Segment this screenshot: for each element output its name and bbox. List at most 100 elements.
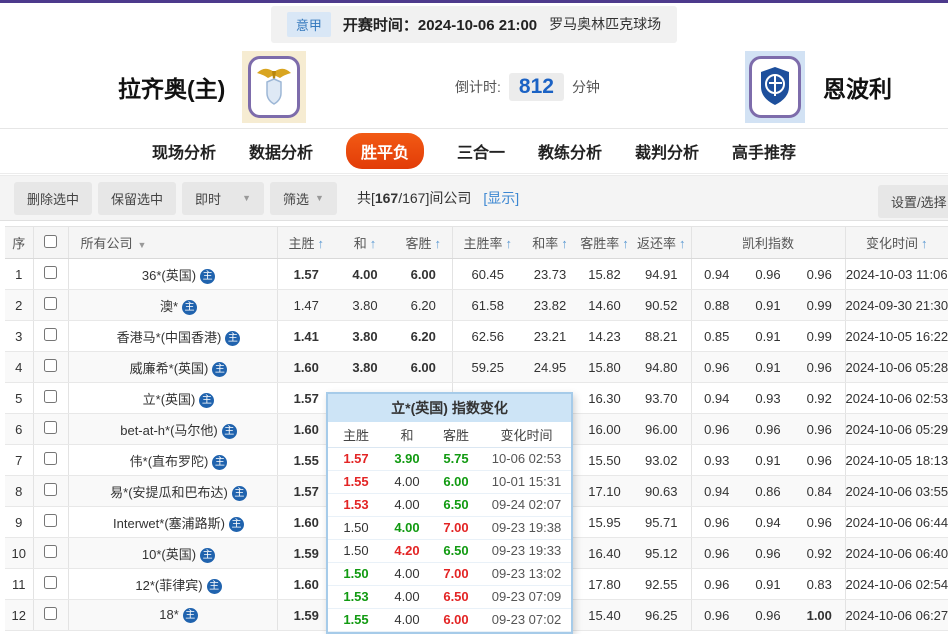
company-cell[interactable]: bet-at-h*(马尔他)主 bbox=[68, 414, 277, 445]
tab-4[interactable]: 三合一 bbox=[457, 139, 505, 163]
company-cell[interactable]: 12*(菲律宾)主 bbox=[68, 569, 277, 600]
table-row[interactable]: 2澳*主1.473.806.2061.5823.8214.6090.520.88… bbox=[5, 290, 948, 321]
row-checkbox[interactable] bbox=[44, 483, 57, 496]
company-cell[interactable]: 36*(英国)主 bbox=[68, 259, 277, 290]
row-select-cell[interactable] bbox=[33, 383, 68, 414]
company-name[interactable]: Interwet*(塞浦路斯) bbox=[113, 516, 225, 531]
popup-home-odds: 1.50 bbox=[328, 516, 384, 539]
row-checkbox[interactable] bbox=[44, 452, 57, 465]
tab-6[interactable]: 裁判分析 bbox=[635, 139, 699, 163]
kelly-cell: 0.91 bbox=[742, 352, 794, 383]
company-cell[interactable]: 18*主 bbox=[68, 600, 277, 631]
row-checkbox[interactable] bbox=[44, 545, 57, 558]
col-home-rate[interactable]: 主胜率↑ bbox=[452, 227, 523, 259]
chevron-down-icon: ▼ bbox=[138, 240, 147, 250]
tab-2[interactable]: 数据分析 bbox=[249, 139, 313, 163]
row-checkbox[interactable] bbox=[44, 514, 57, 527]
col-home-odds[interactable]: 主胜↑ bbox=[277, 227, 335, 259]
row-checkbox[interactable] bbox=[44, 297, 57, 310]
company-cell[interactable]: 伟*(直布罗陀)主 bbox=[68, 445, 277, 476]
company-name[interactable]: 易*(安提瓜和巴布达) bbox=[110, 485, 228, 500]
popup-table: 主胜 和 客胜 变化时间 1.573.905.7510-06 02:531.55… bbox=[328, 422, 571, 632]
row-checkbox[interactable] bbox=[44, 607, 57, 620]
delete-selected-button[interactable]: 删除选中 bbox=[14, 182, 92, 215]
tab-7[interactable]: 高手推荐 bbox=[732, 139, 796, 163]
popup-col-home: 主胜 bbox=[328, 422, 384, 447]
popup-draw-odds: 3.90 bbox=[384, 447, 430, 470]
table-row[interactable]: 3香港马*(中国香港)主1.413.806.2062.5623.2114.238… bbox=[5, 321, 948, 352]
col-change-time[interactable]: 变化时间↑ bbox=[845, 227, 948, 259]
col-select-all[interactable] bbox=[33, 227, 68, 259]
company-name[interactable]: 立*(英国) bbox=[143, 392, 196, 407]
popup-draw-odds: 4.00 bbox=[384, 562, 430, 585]
row-checkbox[interactable] bbox=[44, 359, 57, 372]
row-select-cell[interactable] bbox=[33, 259, 68, 290]
row-checkbox[interactable] bbox=[44, 421, 57, 434]
col-draw-odds[interactable]: 和↑ bbox=[335, 227, 395, 259]
company-cell[interactable]: 香港马*(中国香港)主 bbox=[68, 321, 277, 352]
match-header: 拉齐奥(主) 倒计时: 812 分钟 恩波利 bbox=[0, 45, 948, 129]
kelly-cell: 0.91 bbox=[742, 321, 794, 352]
row-select-cell[interactable] bbox=[33, 538, 68, 569]
home-odds-cell: 1.41 bbox=[277, 321, 335, 352]
company-name[interactable]: bet-at-h*(马尔他) bbox=[120, 423, 218, 438]
company-name[interactable]: 香港马*(中国香港) bbox=[117, 330, 222, 345]
kelly-cell: 0.96 bbox=[691, 352, 742, 383]
company-name[interactable]: 12*(菲律宾) bbox=[135, 578, 202, 593]
col-draw-rate[interactable]: 和率↑ bbox=[523, 227, 577, 259]
company-name[interactable]: 18* bbox=[159, 607, 179, 622]
company-cell[interactable]: 易*(安提瓜和巴布达) 主 bbox=[68, 476, 277, 507]
company-cell[interactable]: 澳*主 bbox=[68, 290, 277, 321]
table-row[interactable]: 136*(英国)主1.574.006.0060.4523.7315.8294.9… bbox=[5, 259, 948, 290]
company-cell[interactable]: 立*(英国)主 bbox=[68, 383, 277, 414]
settings-button[interactable]: 设置/选择 bbox=[878, 185, 948, 218]
filter-dropdown[interactable]: 筛选▼ bbox=[270, 182, 337, 215]
kelly-cell: 0.96 bbox=[794, 445, 845, 476]
row-checkbox[interactable] bbox=[44, 328, 57, 341]
row-select-cell[interactable] bbox=[33, 507, 68, 538]
sort-asc-icon: ↑ bbox=[622, 236, 629, 251]
show-link[interactable]: [显示] bbox=[483, 188, 519, 208]
row-select-cell[interactable] bbox=[33, 352, 68, 383]
change-time-cell: 2024-10-05 16:22 bbox=[845, 321, 948, 352]
company-cell[interactable]: Interwet*(塞浦路斯)主 bbox=[68, 507, 277, 538]
row-select-cell[interactable] bbox=[33, 600, 68, 631]
table-row[interactable]: 4威廉希*(英国)主1.603.806.0059.2524.9515.8094.… bbox=[5, 352, 948, 383]
tab-5[interactable]: 教练分析 bbox=[538, 139, 602, 163]
row-select-cell[interactable] bbox=[33, 290, 68, 321]
kelly-cell: 0.94 bbox=[742, 507, 794, 538]
kelly-cell: 0.96 bbox=[794, 414, 845, 445]
col-return-rate[interactable]: 返还率↑ bbox=[632, 227, 691, 259]
kelly-cell: 0.93 bbox=[742, 383, 794, 414]
company-cell[interactable]: 威廉希*(英国)主 bbox=[68, 352, 277, 383]
row-select-cell[interactable] bbox=[33, 445, 68, 476]
row-select-cell[interactable] bbox=[33, 476, 68, 507]
company-name[interactable]: 10*(英国) bbox=[142, 547, 196, 562]
select-all-checkbox[interactable] bbox=[44, 235, 57, 248]
sort-asc-icon: ↑ bbox=[506, 236, 513, 251]
company-name[interactable]: 威廉希*(英国) bbox=[130, 361, 209, 376]
company-name[interactable]: 澳* bbox=[160, 299, 178, 314]
row-select-cell[interactable] bbox=[33, 414, 68, 445]
company-name[interactable]: 36*(英国) bbox=[142, 268, 196, 283]
change-time-cell: 2024-10-06 06:44 bbox=[845, 507, 948, 538]
col-away-rate[interactable]: 客胜率↑ bbox=[577, 227, 632, 259]
company-cell[interactable]: 10*(英国)主 bbox=[68, 538, 277, 569]
row-checkbox[interactable] bbox=[44, 266, 57, 279]
main-company-badge: 主 bbox=[232, 486, 247, 501]
empoli-shield-icon bbox=[749, 56, 801, 118]
row-select-cell[interactable] bbox=[33, 569, 68, 600]
row-select-cell[interactable] bbox=[33, 321, 68, 352]
tab-3[interactable]: 胜平负 bbox=[346, 133, 424, 169]
col-away-odds[interactable]: 客胜↑ bbox=[395, 227, 452, 259]
change-time-cell: 2024-10-05 18:13 bbox=[845, 445, 948, 476]
rate-cell: 14.60 bbox=[577, 290, 632, 321]
tab-1[interactable]: 现场分析 bbox=[152, 139, 216, 163]
instant-dropdown[interactable]: 即时▼ bbox=[182, 182, 264, 215]
col-company[interactable]: 所有公司▼ bbox=[68, 227, 277, 259]
row-checkbox[interactable] bbox=[44, 576, 57, 589]
keep-selected-button[interactable]: 保留选中 bbox=[98, 182, 176, 215]
rate-cell: 96.25 bbox=[632, 600, 691, 631]
row-checkbox[interactable] bbox=[44, 390, 57, 403]
company-name[interactable]: 伟*(直布罗陀) bbox=[130, 454, 209, 469]
